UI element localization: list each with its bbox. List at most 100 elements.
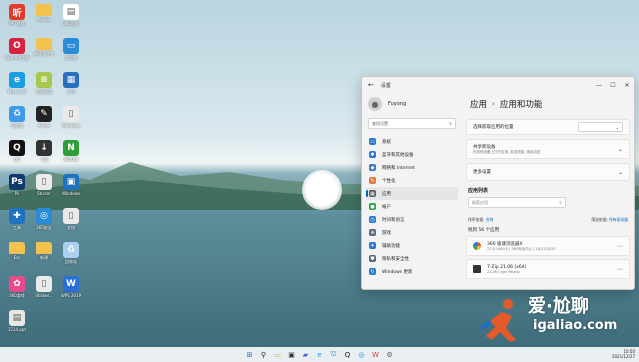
maximize-button[interactable]: ☐ bbox=[606, 82, 620, 89]
desktop-shortcut[interactable]: ♻ 回收站 bbox=[2, 106, 32, 136]
store-icon[interactable]: ⛫ bbox=[329, 350, 339, 360]
desktop-shortcut[interactable]: ▯ Sticker bbox=[29, 174, 59, 204]
desktop-shortcut[interactable]: 新建文件夹 bbox=[29, 38, 59, 68]
desktop-shortcut[interactable]: ▯ 文档 bbox=[56, 208, 86, 238]
search-placeholder: 查找设置 bbox=[372, 120, 388, 126]
sidebar-item[interactable]: ↻ Windows 更新 bbox=[362, 265, 462, 278]
sidebar-item[interactable]: ⛊ 隐私和安全性 bbox=[362, 252, 462, 265]
sidebar-item[interactable]: ✦ 辅助功能 bbox=[362, 239, 462, 252]
ppt-icon: 昕 bbox=[9, 4, 25, 20]
search-icon: ⚲ bbox=[559, 200, 562, 205]
sidebar-item-icon: ⊕ bbox=[369, 229, 376, 236]
sidebar-item[interactable]: ▭ 系统 bbox=[362, 135, 462, 148]
file-icon: ▯ bbox=[36, 276, 52, 292]
settings-search-input[interactable]: 查找设置 ⚲ bbox=[368, 118, 456, 129]
sidebar-item[interactable]: ✎ 个性化 bbox=[362, 174, 462, 187]
desktop-shortcut[interactable]: Adobe bbox=[29, 4, 59, 34]
desktop-shortcut-label: Adobe bbox=[37, 17, 51, 22]
desktop-shortcut[interactable]: ◎ 360安全 bbox=[29, 208, 59, 238]
app-count: 找到 56 个应用 bbox=[468, 228, 500, 233]
system-tray-clock[interactable]: 10:50 2021/12/27 bbox=[612, 349, 635, 359]
share-across-devices-card[interactable]: 共享跨设备 在其他设备上打开应用, 发送消息, 继续浏览 ⌄ bbox=[466, 139, 630, 159]
more-options-icon[interactable]: ⋯ bbox=[617, 243, 623, 250]
desktop-shortcut[interactable]: ✎ Aomei bbox=[29, 106, 59, 136]
breadcrumb-parent[interactable]: 应用 bbox=[470, 98, 487, 110]
back-arrow-icon[interactable]: ← bbox=[368, 81, 374, 89]
more-settings-card[interactable]: 更多设置 ⌄ bbox=[466, 163, 630, 181]
sidebar-item-icon: ● bbox=[369, 203, 376, 210]
desktop-shortcut-label: 回收站 bbox=[65, 259, 77, 264]
desktop-shortcut[interactable]: ▯ Windows bbox=[56, 106, 86, 136]
sidebar-item-label: 游戏 bbox=[382, 230, 391, 236]
sidebar-item-icon: ◷ bbox=[369, 216, 376, 223]
app-7zip-icon bbox=[473, 265, 481, 273]
desktop-shortcut[interactable]: 昕 PPT转换 bbox=[2, 4, 32, 34]
file-icon: ▯ bbox=[36, 174, 52, 190]
desktop-shortcut-label: NVIDIA bbox=[64, 157, 78, 162]
desktop-shortcut[interactable]: W WPS 2019 bbox=[56, 276, 86, 306]
qq-icon[interactable]: Q bbox=[343, 350, 353, 360]
browser-icon[interactable]: ◎ bbox=[357, 350, 367, 360]
desktop-shortcut-label: 新建文件夹 bbox=[34, 51, 54, 56]
list-item[interactable]: 7-Zip 21.06 (x64) 21.06 | Igor Pavlov ⋯ bbox=[466, 259, 630, 279]
close-button[interactable]: ✕ bbox=[620, 82, 634, 89]
desktop-shortcut[interactable]: ✿ 360游戏 bbox=[2, 276, 32, 306]
app-list-heading: 应用列表 bbox=[468, 188, 489, 194]
filter-dropdown[interactable]: 筛选依据: 所有驱动器 bbox=[591, 217, 628, 223]
desktop-shortcut[interactable]: Q QQ bbox=[2, 140, 32, 170]
desktop-shortcut-label: 1234.ppt bbox=[7, 327, 27, 332]
minimize-button[interactable]: — bbox=[592, 82, 606, 89]
desktop-shortcut[interactable]: ✚ 工具 bbox=[2, 208, 32, 238]
desktop-shortcut[interactable]: ≡ 百度网盘 bbox=[29, 72, 59, 102]
desktop-shortcut[interactable]: ▣ Windows bbox=[56, 174, 86, 204]
desktop-shortcut[interactable]: ▯ Sticker... bbox=[29, 276, 59, 306]
start-icon[interactable]: ⊞ bbox=[245, 350, 255, 360]
desktop-shortcut[interactable]: ▦ 文档 bbox=[56, 72, 86, 102]
desktop-shortcut-label: Ps bbox=[14, 191, 20, 196]
app-source-dropdown[interactable]: ⌄ bbox=[578, 122, 623, 132]
task-view-icon[interactable]: ▣ bbox=[287, 350, 297, 360]
sidebar-item[interactable]: ◆ 网络和 Internet bbox=[362, 161, 462, 174]
avatar: ● bbox=[368, 97, 382, 111]
desktop-shortcut[interactable]: ▤ 1234.ppt bbox=[2, 310, 32, 340]
desktop-shortcut[interactable]: ▭ 此电脑 bbox=[56, 38, 86, 68]
edge-icon[interactable]: e bbox=[315, 350, 325, 360]
more-options-icon[interactable]: ⋯ bbox=[617, 266, 623, 273]
desktop-shortcut[interactable]: 新建 bbox=[29, 242, 59, 272]
app-search-input[interactable]: 搜索应用 ⚲ bbox=[468, 197, 566, 208]
sidebar-item[interactable]: ▦ 应用 bbox=[366, 187, 458, 200]
doc-icon: ▦ bbox=[63, 72, 79, 88]
file-icon: ▯ bbox=[63, 208, 79, 224]
chevron-down-icon: ⌄ bbox=[617, 145, 623, 153]
settings-icon[interactable]: ⚙ bbox=[385, 350, 395, 360]
wps-icon[interactable]: W bbox=[371, 350, 381, 360]
user-name: Fuyong bbox=[388, 101, 407, 107]
desktop-shortcut[interactable]: ↓ 下载 bbox=[29, 140, 59, 170]
app-source-card[interactable]: 选择获取应用的位置 ⌄ bbox=[466, 119, 630, 135]
chevron-down-icon: ⌄ bbox=[615, 124, 619, 130]
doc-icon: ▤ bbox=[63, 4, 79, 20]
desktop-shortcut[interactable]: Esc bbox=[2, 242, 32, 272]
desktop-shortcut[interactable]: ▤ 360压缩 bbox=[56, 4, 86, 34]
desktop-shortcut-label: QQ bbox=[13, 157, 21, 162]
user-profile[interactable]: ● Fuyong bbox=[362, 93, 462, 115]
file-explorer-icon[interactable]: ▭ bbox=[273, 350, 283, 360]
list-item[interactable]: 360 极速浏览器X 21.0.1064.0 | 360安全中心 | 10/12… bbox=[466, 236, 630, 256]
sidebar-item[interactable]: ⊕ 游戏 bbox=[362, 226, 462, 239]
desktop-shortcut[interactable]: O Opera浏览器 bbox=[2, 38, 32, 68]
desktop-shortcut[interactable]: e Microsoft bbox=[2, 72, 32, 102]
desktop-shortcut[interactable]: Ps Ps bbox=[2, 174, 32, 204]
card-title: 选择获取应用的位置 bbox=[473, 125, 514, 130]
sidebar-item[interactable]: ◷ 时间和语言 bbox=[362, 213, 462, 226]
sidebar-item[interactable]: ✱ 蓝牙和其他设备 bbox=[362, 148, 462, 161]
app-icon: ▣ bbox=[63, 174, 79, 190]
notepad-icon: ≡ bbox=[36, 72, 52, 88]
sidebar-item[interactable]: ● 帐户 bbox=[362, 200, 462, 213]
chat-icon[interactable]: ▰ bbox=[301, 350, 311, 360]
desktop-shortcut-label: 新建 bbox=[40, 255, 48, 260]
desktop-shortcut[interactable]: ♻ 回收站 bbox=[56, 242, 86, 272]
desktop-shortcut[interactable]: N NVIDIA bbox=[56, 140, 86, 170]
clock-date: 2021/12/27 bbox=[611, 354, 635, 359]
sort-dropdown[interactable]: 排序依据: 名称 bbox=[468, 217, 493, 223]
search-icon[interactable]: ⚲ bbox=[259, 350, 269, 360]
